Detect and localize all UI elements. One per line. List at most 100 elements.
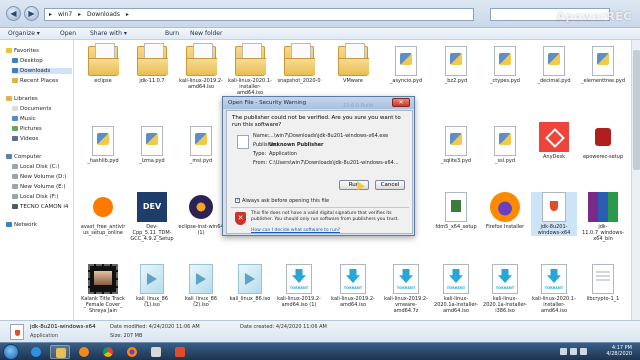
checkbox-icon[interactable] bbox=[235, 197, 240, 203]
sidebar-item-libraries[interactable]: Libraries bbox=[6, 96, 38, 102]
file-item[interactable]: AnyDesk bbox=[531, 122, 577, 160]
file-item[interactable]: kali_linux_86 (1).iso bbox=[129, 264, 175, 308]
close-button[interactable]: ✕ bbox=[392, 98, 410, 107]
file-item[interactable]: fdm5_x64_setup bbox=[433, 192, 479, 230]
network-icon bbox=[6, 222, 12, 227]
forward-button[interactable]: ▶ bbox=[24, 6, 39, 21]
taskbar-firefox[interactable] bbox=[122, 345, 142, 359]
library-icon bbox=[6, 96, 12, 101]
sidebar-item-vol-e[interactable]: New Volume (E:) bbox=[12, 184, 66, 190]
file-item[interactable]: _decimal.pyd bbox=[531, 46, 577, 84]
java-icon bbox=[542, 192, 566, 222]
media-player-icon bbox=[79, 347, 89, 357]
file-item[interactable]: kali-linux-2019.2-amd64.iso bbox=[330, 264, 376, 308]
back-button[interactable]: ◀ bbox=[6, 6, 21, 21]
taskbar-explorer[interactable] bbox=[50, 345, 70, 359]
file-item[interactable]: Kalank Title Track _Female Cover_ Shreya… bbox=[80, 264, 126, 314]
devcpp-icon: DEV bbox=[137, 192, 167, 222]
file-item[interactable]: libcrypto-1_1 bbox=[580, 264, 626, 302]
sidebar-item-vol-d[interactable]: New Volume (D:) bbox=[12, 174, 66, 180]
vertical-scrollbar[interactable] bbox=[631, 40, 640, 320]
file-item[interactable]: _ssl.pyd bbox=[482, 126, 528, 164]
computer-icon bbox=[6, 154, 12, 159]
cancel-button[interactable]: Cancel bbox=[375, 180, 405, 190]
help-link[interactable]: How can I decide what software to run? bbox=[251, 228, 340, 233]
file-item[interactable]: kali-linux-2019.2-amd64.iso bbox=[178, 43, 224, 90]
file-item[interactable]: kali-linux-2020.1-installer-amd64.iso bbox=[531, 264, 577, 314]
command-bar: Organize ▾ Open Share with ▾ Burn New fo… bbox=[0, 28, 640, 40]
chrome-icon bbox=[103, 347, 113, 357]
tray-clock[interactable]: 4:17 PM 4/28/2020 bbox=[606, 345, 632, 357]
sidebar-item-network[interactable]: Network bbox=[6, 222, 37, 228]
sidebar-item-desktop[interactable]: Desktop bbox=[12, 58, 43, 64]
new-folder-button[interactable]: New folder bbox=[190, 30, 222, 37]
sidebar-item-computer[interactable]: Computer bbox=[6, 154, 41, 160]
taskbar-ie[interactable] bbox=[26, 345, 46, 359]
file-item[interactable]: VMware bbox=[330, 43, 376, 84]
file-item[interactable]: eclipse-inst-win64 (1) bbox=[178, 192, 224, 236]
dialog-body: The publisher could not be verified. Are… bbox=[226, 110, 413, 234]
file-item[interactable]: kali-linux-2020.1a-installer-i386.iso bbox=[482, 264, 528, 314]
taskbar-java[interactable] bbox=[170, 345, 190, 359]
sidebar-item-downloads[interactable]: Downloads bbox=[12, 68, 72, 74]
file-item[interactable]: _lzma.pyd bbox=[129, 126, 175, 164]
taskbar-media[interactable] bbox=[74, 345, 94, 359]
file-item[interactable]: _sqlite3.pyd bbox=[433, 126, 479, 164]
file-item[interactable]: kali_linux_86.iso bbox=[227, 264, 273, 302]
file-item[interactable]: _asyncio.pyd bbox=[383, 46, 429, 84]
open-button[interactable]: Open bbox=[60, 30, 76, 37]
file-item[interactable]: snapshot_2020-0 bbox=[276, 43, 322, 84]
sidebar-item-videos[interactable]: Videos bbox=[12, 136, 38, 142]
sidebar-item-disk-c[interactable]: Local Disk (C:) bbox=[12, 164, 60, 170]
scrollbar-thumb[interactable] bbox=[633, 50, 640, 170]
file-item[interactable]: Firefox Installer bbox=[482, 192, 528, 230]
file-item[interactable]: kali_linux_86 (2).iso bbox=[178, 264, 224, 308]
address-seg[interactable]: Downloads bbox=[87, 11, 120, 18]
file-item[interactable]: DEV Dev-Cpp_5.11_TDM-GCC_4.9.2_Setup bbox=[129, 192, 175, 242]
recent-icon bbox=[12, 78, 18, 83]
file-item[interactable]: kali-linux-2020.1a-installer-amd64.iso bbox=[433, 264, 479, 314]
file-item[interactable]: eclipse bbox=[80, 43, 126, 84]
file-item[interactable]: jdk-11.0.7_windows-x64_bin bbox=[580, 192, 626, 242]
file-item[interactable]: jdk-11.0.7 bbox=[129, 43, 175, 84]
sidebar-item-documents[interactable]: Documents bbox=[12, 106, 51, 112]
file-item-selected[interactable]: jdk-8u201-windows-x64 bbox=[531, 192, 577, 236]
application-icon bbox=[237, 135, 249, 149]
always-ask-checkbox[interactable]: Always ask before opening this file bbox=[235, 197, 329, 204]
sidebar-item-tecno[interactable]: TECNO CAMON i4 bbox=[12, 204, 68, 210]
address-seg: ▸ bbox=[78, 11, 82, 18]
address-seg[interactable]: win7 bbox=[58, 11, 72, 18]
file-item[interactable]: _hashlib.pyd bbox=[80, 126, 126, 164]
recorder-app-icon bbox=[588, 122, 618, 152]
sidebar-item-favorites[interactable]: Favorites bbox=[6, 48, 39, 54]
eclipse-icon bbox=[186, 192, 216, 222]
burn-button[interactable]: Burn bbox=[165, 30, 179, 37]
file-item[interactable]: kali-linux-2019.2-vmware-amd64.7z bbox=[383, 264, 429, 314]
tray-volume-icon[interactable] bbox=[580, 348, 587, 355]
sidebar-item-recent[interactable]: Recent Places bbox=[12, 78, 58, 84]
file-item[interactable]: _msi.pyd bbox=[178, 126, 224, 164]
address-bar[interactable]: ▸ win7 ▸ Downloads ▸ bbox=[44, 8, 474, 21]
organize-menu[interactable]: Organize ▾ bbox=[8, 30, 40, 37]
desktop-icon bbox=[12, 58, 18, 63]
file-item[interactable]: _bz2.pyd bbox=[433, 46, 479, 84]
share-with-menu[interactable]: Share with ▾ bbox=[90, 30, 127, 37]
sidebar-item-pictures[interactable]: Pictures bbox=[12, 126, 42, 132]
file-item[interactable]: _elementtree.pyd bbox=[580, 46, 626, 84]
start-button[interactable] bbox=[3, 344, 19, 360]
file-item[interactable]: kali-linux-2020.1-installer-amd64.iso bbox=[227, 43, 273, 96]
tray-up-icon[interactable] bbox=[560, 348, 567, 355]
file-item[interactable]: _ctypes.pyd bbox=[482, 46, 528, 84]
file-item[interactable]: avast_free_antivirus_setup_online bbox=[80, 192, 126, 236]
sidebar-item-music[interactable]: Music bbox=[12, 116, 36, 122]
taskbar-app[interactable] bbox=[146, 345, 166, 359]
file-item[interactable]: kali-linux-2019.2-amd64.iso (1) bbox=[276, 264, 322, 308]
taskbar-chrome[interactable] bbox=[98, 345, 118, 359]
sidebar-item-disk-f[interactable]: Local Disk (F:) bbox=[12, 194, 58, 200]
folder-icon bbox=[56, 348, 66, 358]
tray-network-icon[interactable] bbox=[570, 348, 577, 355]
file-item[interactable]: epowerec-setup bbox=[580, 122, 626, 160]
drive-icon bbox=[12, 174, 18, 179]
details-created: Date created: 4/24/2020 11:06 AM bbox=[240, 324, 327, 330]
pyd-file-icon bbox=[92, 126, 114, 156]
